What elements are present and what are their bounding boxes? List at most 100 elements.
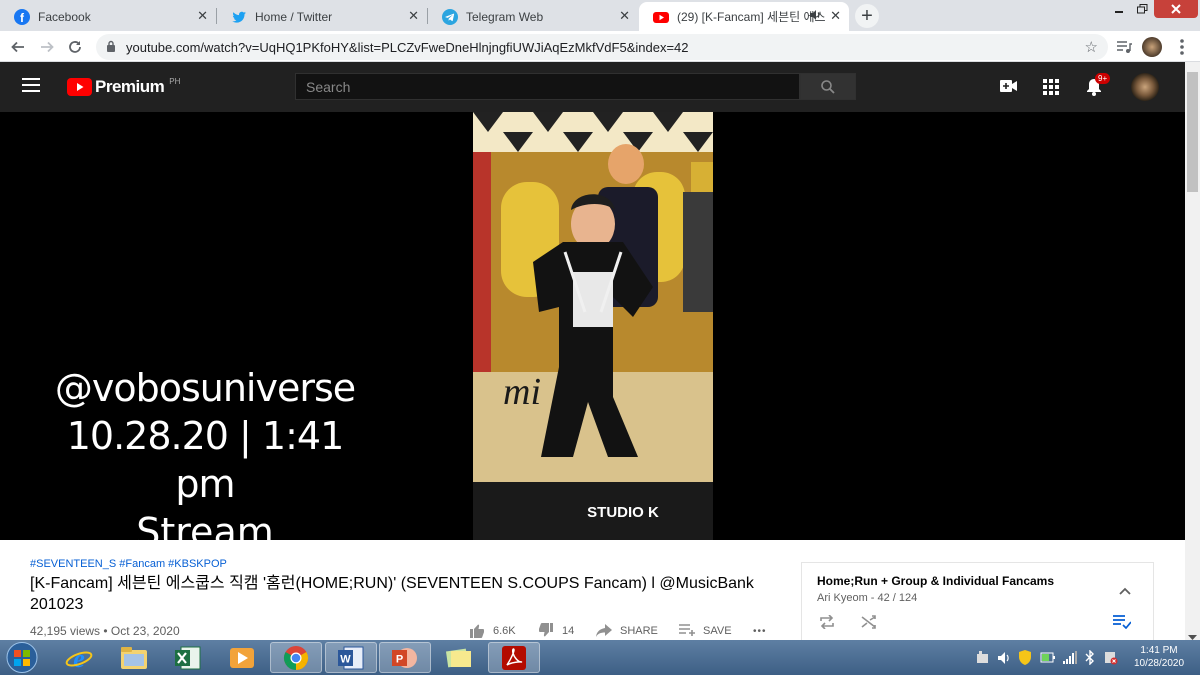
tab-telegram[interactable]: Telegram Web ✕ bbox=[428, 2, 638, 31]
close-icon[interactable]: ✕ bbox=[619, 9, 630, 23]
save-label: SAVE bbox=[703, 624, 732, 637]
reload-button[interactable] bbox=[63, 35, 87, 59]
menu-kebab-icon[interactable] bbox=[1170, 35, 1194, 59]
tab-label: Facebook bbox=[38, 9, 91, 24]
browser-tab-strip: f Facebook ✕ Home / Twitter ✕ Telegram W… bbox=[0, 0, 1200, 31]
tray-volume-icon[interactable] bbox=[997, 651, 1011, 670]
youtube-play-icon bbox=[67, 78, 92, 96]
tray-action-center-icon[interactable] bbox=[1104, 650, 1118, 670]
playlist-panel: Home;Run + Group & Individual Fancams Ar… bbox=[801, 562, 1154, 642]
address-bar[interactable]: youtube.com/watch?v=UqHQ1PKfoHY&list=PLC… bbox=[96, 34, 1108, 60]
like-count: 6.6K bbox=[493, 624, 516, 637]
share-label: SHARE bbox=[620, 624, 658, 637]
minimize-button[interactable] bbox=[1108, 0, 1130, 18]
close-icon[interactable]: ✕ bbox=[408, 9, 419, 23]
tray-signal-icon[interactable] bbox=[1063, 651, 1077, 669]
search-button[interactable] bbox=[800, 73, 856, 100]
close-icon[interactable]: ✕ bbox=[830, 9, 841, 23]
ie-icon[interactable]: e bbox=[53, 642, 105, 673]
clock-date: 10/28/2020 bbox=[1133, 658, 1185, 669]
share-button[interactable]: SHARE bbox=[596, 624, 658, 637]
search-placeholder: Search bbox=[306, 79, 351, 95]
hashtags[interactable]: #SEVENTEEN_S #Fancam #KBSKPOP bbox=[30, 558, 227, 570]
new-tab-button[interactable]: + bbox=[855, 4, 879, 28]
svg-text:P: P bbox=[396, 653, 403, 665]
dislike-count: 14 bbox=[562, 624, 575, 637]
tab-youtube[interactable]: (29) [K-Fancam] 세븐틴 에스 ✕ bbox=[639, 2, 849, 31]
chrome-icon[interactable] bbox=[270, 642, 322, 673]
save-button[interactable]: SAVE bbox=[679, 624, 732, 637]
youtube-icon bbox=[653, 9, 669, 25]
window-close-button[interactable] bbox=[1154, 0, 1198, 18]
tab-label: (29) [K-Fancam] 세븐틴 에스 bbox=[677, 10, 826, 24]
video-info-area: #SEVENTEEN_S #Fancam #KBSKPOP [K-Fancam]… bbox=[0, 540, 1185, 642]
collapse-chevron-icon[interactable] bbox=[1119, 582, 1131, 600]
profile-avatar[interactable] bbox=[1140, 35, 1164, 59]
excel-icon[interactable] bbox=[162, 642, 214, 673]
create-video-icon[interactable] bbox=[1000, 79, 1018, 98]
telegram-icon bbox=[442, 8, 458, 25]
scrollbar-thumb[interactable] bbox=[1187, 72, 1198, 192]
file-explorer-icon[interactable] bbox=[108, 642, 160, 673]
tab-twitter[interactable]: Home / Twitter ✕ bbox=[217, 2, 427, 31]
tray-battery-icon[interactable] bbox=[1040, 650, 1056, 670]
tab-label: Telegram Web bbox=[466, 9, 544, 24]
playlist-subtitle: Ari Kyeom - 42 / 124 bbox=[817, 592, 918, 604]
hamburger-menu-icon[interactable] bbox=[22, 78, 40, 97]
loop-icon[interactable] bbox=[819, 614, 835, 634]
acrobat-icon[interactable] bbox=[488, 642, 540, 673]
search-input[interactable]: Search bbox=[295, 73, 800, 100]
close-icon[interactable]: ✕ bbox=[197, 9, 208, 23]
svg-text:W: W bbox=[340, 653, 351, 665]
thumbs-down-icon bbox=[539, 623, 553, 637]
tab-label: Home / Twitter bbox=[255, 9, 333, 24]
lock-icon bbox=[106, 40, 116, 55]
media-player-icon[interactable] bbox=[216, 642, 268, 673]
powerpoint-icon[interactable]: P bbox=[379, 642, 431, 673]
page-scrollbar[interactable] bbox=[1185, 62, 1200, 640]
url-text: youtube.com/watch?v=UqHQ1PKfoHY&list=PLC… bbox=[126, 39, 689, 55]
tray-bluetooth-icon[interactable] bbox=[1085, 649, 1095, 670]
speaker-icon bbox=[809, 9, 821, 24]
logo-text: Premium bbox=[95, 77, 165, 96]
sticky-notes-icon[interactable] bbox=[433, 642, 485, 673]
taskbar-clock[interactable]: 1:41 PM 10/28/2020 bbox=[1124, 644, 1194, 670]
playlist-menu-icon[interactable] bbox=[1113, 615, 1132, 634]
account-avatar[interactable] bbox=[1131, 73, 1159, 106]
region-code: PH bbox=[169, 76, 181, 86]
playlist-title[interactable]: Home;Run + Group & Individual Fancams bbox=[817, 574, 1054, 588]
notification-badge: 9+ bbox=[1095, 73, 1111, 84]
share-arrow-icon bbox=[596, 624, 612, 637]
media-control-icon[interactable] bbox=[1112, 35, 1136, 59]
thumbs-up-icon bbox=[470, 624, 484, 638]
apps-grid-icon[interactable] bbox=[1043, 79, 1059, 100]
video-title-line1: [K-Fancam] 세븐틴 에스쿱스 직캠 '홈런(HOME;RUN)' (S… bbox=[30, 575, 754, 592]
bookmark-star-icon[interactable]: ☆ bbox=[1085, 38, 1098, 56]
video-title: [K-Fancam] 세븐틴 에스쿱스 직캠 '홈런(HOME;RUN)' (S… bbox=[30, 573, 790, 615]
video-frame: mi STUDIO K bbox=[473, 112, 713, 540]
forward-arrow-icon bbox=[41, 41, 54, 53]
tab-facebook[interactable]: f Facebook ✕ bbox=[0, 2, 216, 31]
restore-button[interactable] bbox=[1131, 0, 1153, 18]
like-button[interactable]: 6.6K bbox=[469, 623, 516, 638]
facebook-icon: f bbox=[14, 8, 30, 25]
tray-network-alert-icon[interactable] bbox=[976, 651, 990, 670]
reload-icon bbox=[69, 41, 81, 53]
youtube-masthead: Premium PH Search 9+ bbox=[0, 62, 1185, 112]
save-playlist-icon bbox=[679, 624, 695, 636]
twitter-icon bbox=[231, 9, 247, 25]
dislike-button[interactable]: 14 bbox=[538, 623, 574, 638]
forward-button[interactable] bbox=[35, 35, 59, 59]
browser-toolbar: youtube.com/watch?v=UqHQ1PKfoHY&list=PLC… bbox=[0, 31, 1200, 62]
word-icon[interactable]: W bbox=[325, 642, 377, 673]
more-actions-button[interactable]: ••• bbox=[753, 626, 767, 637]
tray-shield-icon[interactable] bbox=[1019, 650, 1031, 670]
video-watermark-mi: mi bbox=[503, 371, 541, 413]
views-and-date: 42,195 views • Oct 23, 2020 bbox=[30, 624, 180, 638]
back-button[interactable] bbox=[6, 35, 30, 59]
video-player[interactable]: mi STUDIO K @vobosuniverse 10.28.20 | 1:… bbox=[0, 112, 1185, 554]
shuffle-icon[interactable] bbox=[861, 615, 877, 634]
start-orb[interactable] bbox=[4, 641, 40, 679]
windows-taskbar: e W P 1:41 PM 10/28/2020 bbox=[0, 640, 1200, 675]
youtube-premium-logo[interactable]: Premium PH bbox=[67, 77, 180, 97]
